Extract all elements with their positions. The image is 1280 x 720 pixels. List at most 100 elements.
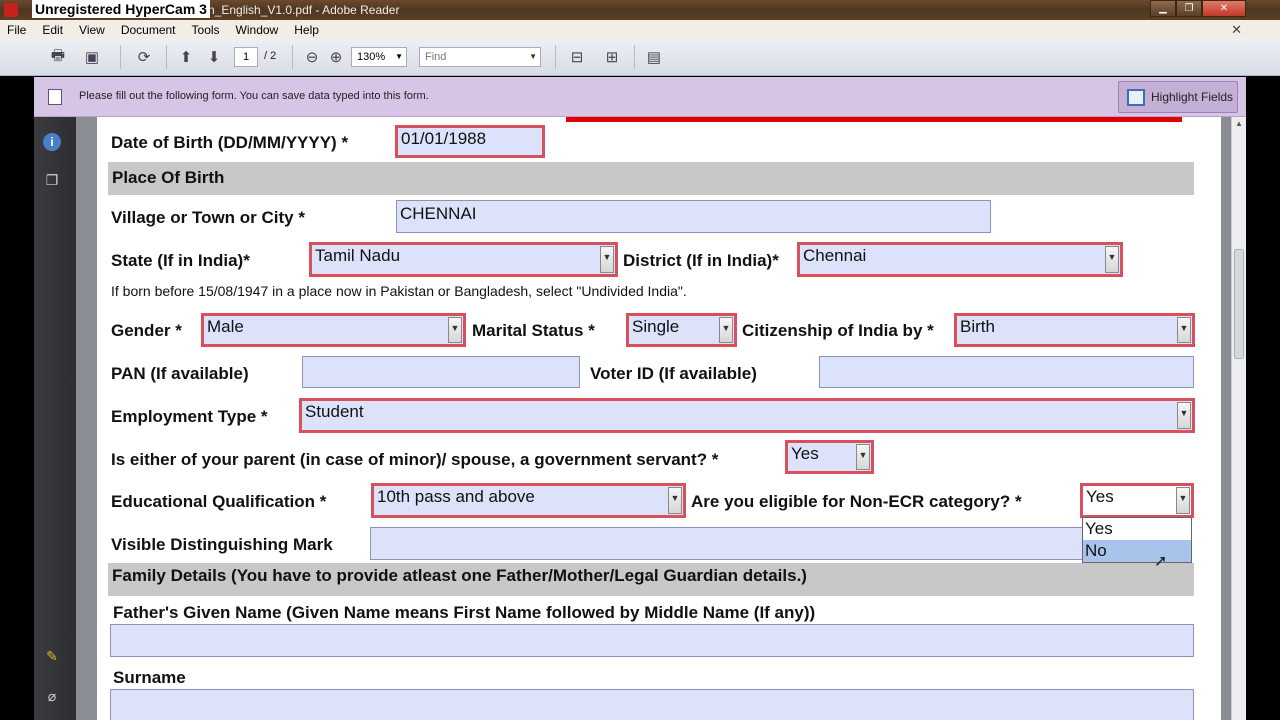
menu-help[interactable]: Help <box>287 23 328 37</box>
employment-type-label: Employment Type * <box>111 407 268 426</box>
education-value: 10th pass and above <box>377 487 535 506</box>
gender-label: Gender * <box>111 321 182 340</box>
gender-select[interactable]: Male ▼ <box>201 313 466 347</box>
undivided-india-note: If born before 15/08/1947 in a place now… <box>111 283 687 299</box>
chevron-down-icon[interactable]: ▼ <box>668 487 682 514</box>
menu-document[interactable]: Document <box>114 23 185 37</box>
menu-bar: File Edit View Document Tools Window Hel… <box>0 20 1280 39</box>
district-select[interactable]: Chennai ▼ <box>797 242 1123 277</box>
dropdown-option-yes[interactable]: Yes <box>1083 518 1191 540</box>
print-icon[interactable]: 🖶 <box>46 46 70 68</box>
info-icon[interactable]: i <box>43 133 61 151</box>
employment-type-select[interactable]: Student ▼ <box>299 398 1195 433</box>
collaborate-icon[interactable]: ⟳ <box>132 46 156 68</box>
citizenship-select[interactable]: Birth ▼ <box>954 313 1195 347</box>
menu-window[interactable]: Window <box>229 23 288 37</box>
citizenship-label: Citizenship of India by * <box>742 321 934 340</box>
zoom-out-icon[interactable]: ⊖ <box>300 46 324 68</box>
toolbar-separator <box>166 45 167 69</box>
close-document-button[interactable]: ✕ <box>1231 22 1242 38</box>
zoom-select[interactable]: 130% ▼ <box>351 47 407 67</box>
govt-servant-select[interactable]: Yes ▼ <box>785 440 874 474</box>
menu-edit[interactable]: Edit <box>35 23 72 37</box>
surname-label: Surname <box>113 668 186 687</box>
place-of-birth-title: Place Of Birth <box>112 168 225 187</box>
chevron-down-icon[interactable]: ▼ <box>856 444 870 470</box>
form-notice-message: Please fill out the following form. You … <box>79 90 429 102</box>
state-label: State (If in India)* <box>111 251 250 270</box>
adobe-reader-icon <box>4 3 18 17</box>
marital-status-value: Single <box>632 317 680 336</box>
close-button[interactable]: ✕ <box>1202 0 1246 17</box>
page-number-input[interactable]: 1 <box>234 47 258 67</box>
adobe-reader-window: Unregistered HyperCam 3 lain_English_V1.… <box>0 0 1280 720</box>
toolbar-separator <box>634 45 635 69</box>
attachment-icon[interactable]: ⌀ <box>43 687 61 705</box>
title-bar: Unregistered HyperCam 3 lain_English_V1.… <box>0 0 1280 20</box>
find-input[interactable]: Find ▼ <box>419 47 541 67</box>
fit-width-icon[interactable]: ⊟ <box>565 46 589 68</box>
chevron-down-icon[interactable]: ▼ <box>1176 487 1190 514</box>
left-black-border <box>0 0 34 720</box>
window-title: lain_English_V1.0.pdf - Adobe Reader <box>196 3 400 17</box>
father-given-name-label: Father's Given Name (Given Name means Fi… <box>113 603 816 622</box>
toolbar-separator <box>120 45 121 69</box>
read-mode-icon[interactable]: ▤ <box>642 46 666 68</box>
marital-status-select[interactable]: Single ▼ <box>626 313 737 347</box>
employment-type-value: Student <box>305 402 364 421</box>
pdf-page: Date of Birth (DD/MM/YYYY) * 01/01/1988 … <box>97 117 1221 720</box>
highlight-fields-button[interactable]: Highlight Fields <box>1118 81 1238 113</box>
visible-mark-label: Visible Distinguishing Mark <box>111 535 333 554</box>
menu-view[interactable]: View <box>72 23 114 37</box>
pan-label: PAN (If available) <box>111 364 249 383</box>
scroll-up-icon[interactable]: ▲ <box>1235 119 1243 128</box>
minimize-button[interactable]: ▁ <box>1150 0 1176 17</box>
toolbar-separator <box>555 45 556 69</box>
govt-servant-label: Is either of your parent (in case of min… <box>111 450 719 469</box>
page-total: / 2 <box>264 50 277 62</box>
village-label: Village or Town or City * <box>111 208 305 227</box>
pages-icon[interactable]: ❐ <box>43 171 61 189</box>
chevron-down-icon[interactable]: ▼ <box>1105 246 1119 273</box>
chevron-down-icon: ▼ <box>395 52 403 61</box>
chevron-down-icon[interactable]: ▼ <box>600 246 614 273</box>
menu-tools[interactable]: Tools <box>185 23 229 37</box>
chevron-down-icon[interactable]: ▼ <box>719 317 733 343</box>
voter-id-label: Voter ID (If available) <box>590 364 757 383</box>
scroll-thumb[interactable] <box>1234 249 1244 359</box>
chevron-down-icon: ▼ <box>529 52 537 61</box>
dropdown-option-no[interactable]: No <box>1083 540 1191 562</box>
comment-icon[interactable]: ✎ <box>43 647 61 665</box>
education-select[interactable]: 10th pass and above ▼ <box>371 483 686 518</box>
zoom-in-icon[interactable]: ⊕ <box>324 46 348 68</box>
right-black-border <box>1246 0 1280 720</box>
non-ecr-label: Are you eligible for Non-ECR category? * <box>691 492 1022 511</box>
menu-file[interactable]: File <box>0 23 35 37</box>
page-up-icon[interactable]: ⬆ <box>174 46 198 68</box>
non-ecr-select[interactable]: Yes ▼ <box>1080 483 1194 518</box>
dob-label: Date of Birth (DD/MM/YYYY) * <box>111 133 349 152</box>
dob-input[interactable]: 01/01/1988 <box>395 125 545 158</box>
govt-servant-value: Yes <box>791 444 819 463</box>
visible-mark-input[interactable] <box>370 527 1090 560</box>
village-input[interactable]: CHENNAI <box>396 200 991 233</box>
page-down-icon[interactable]: ⬇ <box>202 46 226 68</box>
chevron-down-icon[interactable]: ▼ <box>1177 317 1191 343</box>
chevron-down-icon[interactable]: ▼ <box>1177 402 1191 429</box>
chevron-down-icon[interactable]: ▼ <box>448 317 462 343</box>
restore-button[interactable]: ❐ <box>1176 0 1202 17</box>
window-controls: ▁ ❐ ✕ <box>1150 0 1246 17</box>
mouse-pointer-icon: ➚ <box>1154 553 1168 570</box>
surname-input[interactable] <box>110 689 1194 720</box>
pan-input[interactable] <box>302 356 580 388</box>
hypercam-watermark: Unregistered HyperCam 3 <box>32 0 210 18</box>
toolbar: 🖶 ▣ ⟳ ⬆ ⬇ 1 / 2 ⊖ ⊕ 130% ▼ Find ▼ ⊟ ⊞ ▤ <box>0 39 1280 76</box>
save-file-icon[interactable]: ▣ <box>80 46 104 68</box>
state-select[interactable]: Tamil Nadu ▼ <box>309 242 618 277</box>
father-given-name-input[interactable] <box>110 624 1194 657</box>
fit-page-icon[interactable]: ⊞ <box>600 46 624 68</box>
toolbar-separator <box>292 45 293 69</box>
vertical-scrollbar[interactable]: ▲ <box>1231 117 1246 720</box>
voter-id-input[interactable] <box>819 356 1194 388</box>
place-of-birth-header: Place Of Birth <box>108 162 1194 195</box>
